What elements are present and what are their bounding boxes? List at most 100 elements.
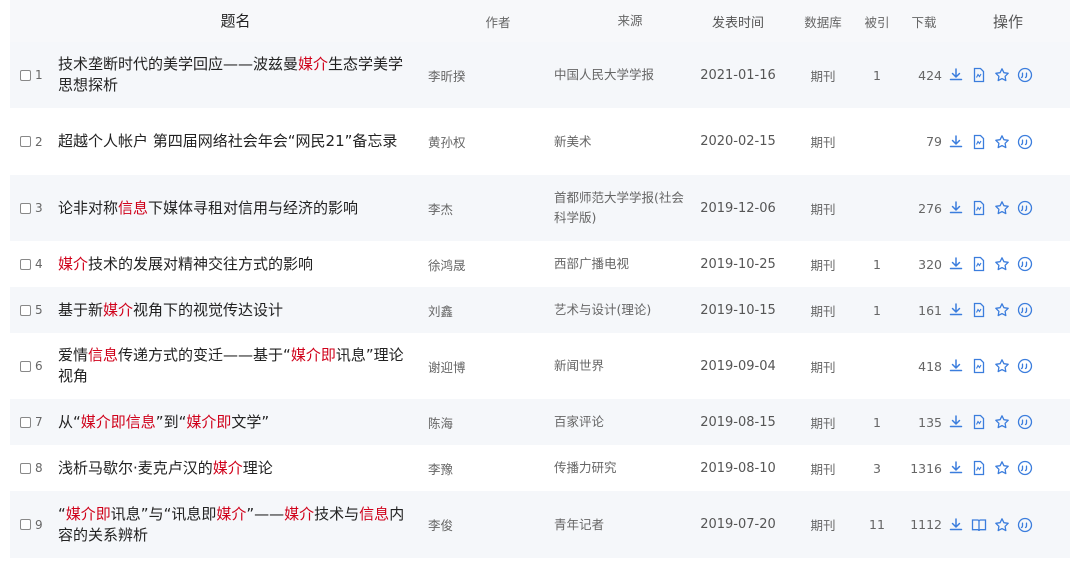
star-icon[interactable] (994, 302, 1010, 318)
article-title-link[interactable]: 基于新媒介视角下的视觉传达设计 (58, 287, 413, 333)
article-title-link[interactable]: 浅析马歇尔·麦克卢汉的媒介理论 (58, 445, 413, 491)
row-select[interactable]: 4 (20, 241, 60, 287)
col-source-header[interactable]: 来源 (570, 0, 690, 42)
cited-count[interactable] (861, 175, 893, 241)
quote-icon[interactable] (1017, 460, 1033, 476)
row-select[interactable]: 5 (20, 287, 60, 333)
article-title-link[interactable]: 从“媒介即信息”到“媒介即文学” (58, 399, 413, 445)
article-title-link[interactable]: 媒介技术的发展对精神交往方式的影响 (58, 241, 413, 287)
row-select[interactable]: 2 (20, 108, 60, 175)
star-icon[interactable] (994, 200, 1010, 216)
checkbox[interactable] (20, 462, 31, 474)
source-link[interactable]: 青年记者 (554, 491, 684, 558)
article-title-link[interactable]: 爱情信息传递方式的变迁——基于“媒介即讯息”理论视角 (58, 333, 413, 399)
quote-icon[interactable] (1017, 256, 1033, 272)
author-link[interactable]: 李俊 (428, 491, 538, 558)
row-select[interactable]: 7 (20, 399, 60, 445)
download-icon[interactable] (948, 302, 964, 318)
pdf-icon[interactable] (971, 302, 987, 318)
quote-icon[interactable] (1017, 517, 1033, 533)
quote-icon[interactable] (1017, 414, 1033, 430)
checkbox[interactable] (20, 360, 31, 372)
cited-count[interactable]: 1 (861, 287, 893, 333)
cited-count[interactable]: 3 (861, 445, 893, 491)
book-icon[interactable] (971, 517, 987, 533)
download-icon[interactable] (948, 200, 964, 216)
row-select[interactable]: 6 (20, 333, 60, 399)
author-link[interactable]: 李杰 (428, 175, 538, 241)
download-icon[interactable] (948, 517, 964, 533)
row-select[interactable]: 9 (20, 491, 60, 558)
checkbox[interactable] (20, 136, 31, 147)
pdf-icon[interactable] (971, 256, 987, 272)
cited-count[interactable]: 11 (861, 491, 893, 558)
col-downloads-header[interactable]: 下载 (898, 0, 950, 42)
star-icon[interactable] (994, 134, 1010, 150)
pdf-icon[interactable] (971, 358, 987, 374)
pdf-icon[interactable] (971, 460, 987, 476)
author-link[interactable]: 谢迎博 (428, 333, 538, 399)
star-icon[interactable] (994, 256, 1010, 272)
article-title-link[interactable]: 技术垄断时代的美学回应——波兹曼媒介生态学美学思想探析 (58, 42, 413, 108)
checkbox[interactable] (20, 202, 31, 214)
star-icon[interactable] (994, 414, 1010, 430)
download-icon[interactable] (948, 256, 964, 272)
row-select[interactable]: 8 (20, 445, 60, 491)
pdf-icon[interactable] (971, 134, 987, 150)
quote-icon[interactable] (1017, 358, 1033, 374)
download-icon[interactable] (948, 358, 964, 374)
author-link[interactable]: 刘鑫 (428, 287, 538, 333)
author-link[interactable]: 黄孙权 (428, 108, 538, 175)
row-select[interactable]: 3 (20, 175, 60, 241)
source-link[interactable]: 新闻世界 (554, 333, 684, 399)
col-cited-header[interactable]: 被引 (861, 0, 893, 42)
cited-count[interactable]: 1 (861, 241, 893, 287)
download-icon[interactable] (948, 414, 964, 430)
source-link[interactable]: 百家评论 (554, 399, 684, 445)
author-link[interactable]: 李豫 (428, 445, 538, 491)
star-icon[interactable] (994, 67, 1010, 83)
star-icon[interactable] (994, 460, 1010, 476)
article-title-link[interactable]: 论非对称信息下媒体寻租对信用与经济的影响 (58, 175, 413, 241)
author-link[interactable]: 徐鸿晟 (428, 241, 538, 287)
pdf-icon[interactable] (971, 414, 987, 430)
col-db-header[interactable]: 数据库 (793, 0, 853, 42)
author-link[interactable]: 李昕揆 (428, 42, 538, 108)
checkbox[interactable] (20, 304, 31, 316)
download-icon[interactable] (948, 460, 964, 476)
source-link[interactable]: 新美术 (554, 108, 684, 175)
quote-icon[interactable] (1017, 134, 1033, 150)
download-icon[interactable] (948, 67, 964, 83)
checkbox[interactable] (20, 519, 31, 530)
star-icon[interactable] (994, 358, 1010, 374)
quote-icon[interactable] (1017, 67, 1033, 83)
source-link[interactable]: 艺术与设计(理论) (554, 287, 684, 333)
cited-count[interactable] (861, 108, 893, 175)
pdf-icon[interactable] (971, 67, 987, 83)
cited-count[interactable]: 1 (861, 399, 893, 445)
source-link[interactable]: 中国人民大学学报 (554, 42, 684, 108)
source-link[interactable]: 西部广播电视 (554, 241, 684, 287)
cited-count[interactable]: 1 (861, 42, 893, 108)
source-link[interactable]: 传播力研究 (554, 445, 684, 491)
checkbox[interactable] (20, 258, 31, 270)
publish-date: 2019-08-15 (700, 414, 776, 430)
table-row: 4 媒介技术的发展对精神交往方式的影响 徐鸿晟 西部广播电视 2019-10-2… (10, 241, 1070, 287)
quote-icon[interactable] (1017, 200, 1033, 216)
article-title-link[interactable]: “媒介即讯息”与“讯息即媒介”——媒介技术与信息内容的关系辨析 (58, 491, 413, 558)
quote-icon[interactable] (1017, 302, 1033, 318)
source-link[interactable]: 首都师范大学学报(社会科学版) (554, 175, 684, 241)
table-header: 题名 作者 来源 发表时间 数据库 被引 下载 操作 (10, 0, 1070, 42)
star-icon[interactable] (994, 517, 1010, 533)
checkbox[interactable] (20, 416, 31, 428)
download-icon[interactable] (948, 134, 964, 150)
pdf-icon[interactable] (971, 200, 987, 216)
row-select[interactable]: 1 (20, 42, 60, 108)
col-author-header[interactable]: 作者 (428, 0, 568, 42)
cited-count[interactable] (861, 333, 893, 399)
col-date-header[interactable]: 发表时间 (693, 0, 783, 42)
article-title-link[interactable]: 超越个人帐户 第四届网络社会年会“网民21”备忘录 (58, 108, 413, 175)
checkbox[interactable] (20, 69, 31, 81)
author-link[interactable]: 陈海 (428, 399, 538, 445)
col-title-header[interactable]: 题名 (58, 0, 413, 42)
